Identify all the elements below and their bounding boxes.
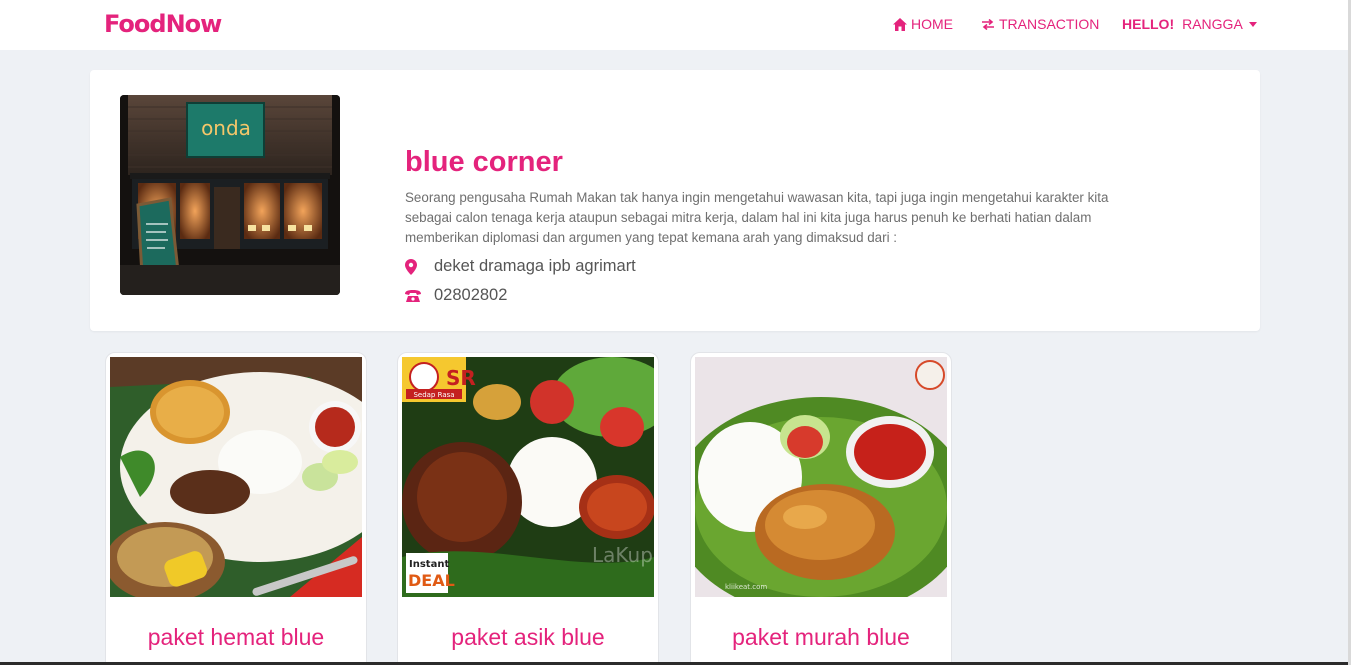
menu-card[interactable]: kliikeat.com paket murah blue: [690, 352, 952, 665]
menu-item-photo: kliikeat.com: [695, 357, 947, 597]
nav-home-label: HOME: [911, 16, 953, 32]
nav-home-link[interactable]: HOME: [893, 16, 953, 32]
menu-item-name: paket asik blue: [451, 624, 605, 650]
swap-arrows-icon: [982, 18, 994, 30]
top-navbar: FoodNow HOME TRANSACTION HELLO! RANGGA: [0, 0, 1351, 50]
nav-transaction-label: TRANSACTION: [999, 16, 1100, 32]
menu-card[interactable]: SR Sedap Rasa Instant DEAL LaKup paket a…: [397, 352, 659, 665]
menu-item-name: paket murah blue: [732, 624, 910, 650]
kliikeat-watermark: kliikeat.com: [725, 583, 767, 591]
restaurant-profile-card: onda blue corner Seorang pengusaha Rumah…: [90, 70, 1260, 331]
restaurant-description: Seorang pengusaha Rumah Makan tak hanya …: [405, 190, 1109, 245]
restaurant-address: deket dramaga ipb agrimart: [434, 257, 636, 275]
caret-down-icon: [1248, 21, 1257, 27]
menu-card[interactable]: paket hemat blue: [105, 352, 367, 665]
nav-transaction-link[interactable]: TRANSACTION: [981, 16, 1099, 32]
instant-badge-text: Instant: [409, 559, 449, 570]
menu-item-name: paket hemat blue: [147, 624, 325, 650]
user-dropdown[interactable]: HELLO! RANGGA: [1122, 16, 1257, 32]
brand-logo[interactable]: FoodNow: [104, 10, 222, 38]
home-icon: [893, 17, 907, 31]
menu-item-photo: [110, 357, 362, 597]
menu-item-photo: SR Sedap Rasa Instant DEAL LaKup: [402, 357, 654, 597]
deal-badge-text: DEAL: [408, 571, 455, 590]
restaurant-photo: onda: [120, 95, 340, 295]
restaurant-name: blue corner: [405, 146, 563, 178]
map-marker-icon: [405, 258, 434, 275]
lakup-watermark: LaKup: [592, 543, 653, 567]
phone-icon: [405, 289, 434, 302]
user-name: RANGGA: [1182, 16, 1243, 32]
sr-badge-text: SR: [446, 366, 476, 390]
restaurant-address-row: deket dramaga ipb agrimart: [405, 257, 636, 276]
restaurant-phone: 02802802: [434, 286, 508, 304]
hello-label: HELLO!: [1122, 16, 1175, 32]
sedap-rasa-text: Sedap Rasa: [413, 391, 454, 399]
restaurant-phone-row: 02802802: [405, 286, 507, 305]
sign-text: onda: [201, 116, 251, 140]
